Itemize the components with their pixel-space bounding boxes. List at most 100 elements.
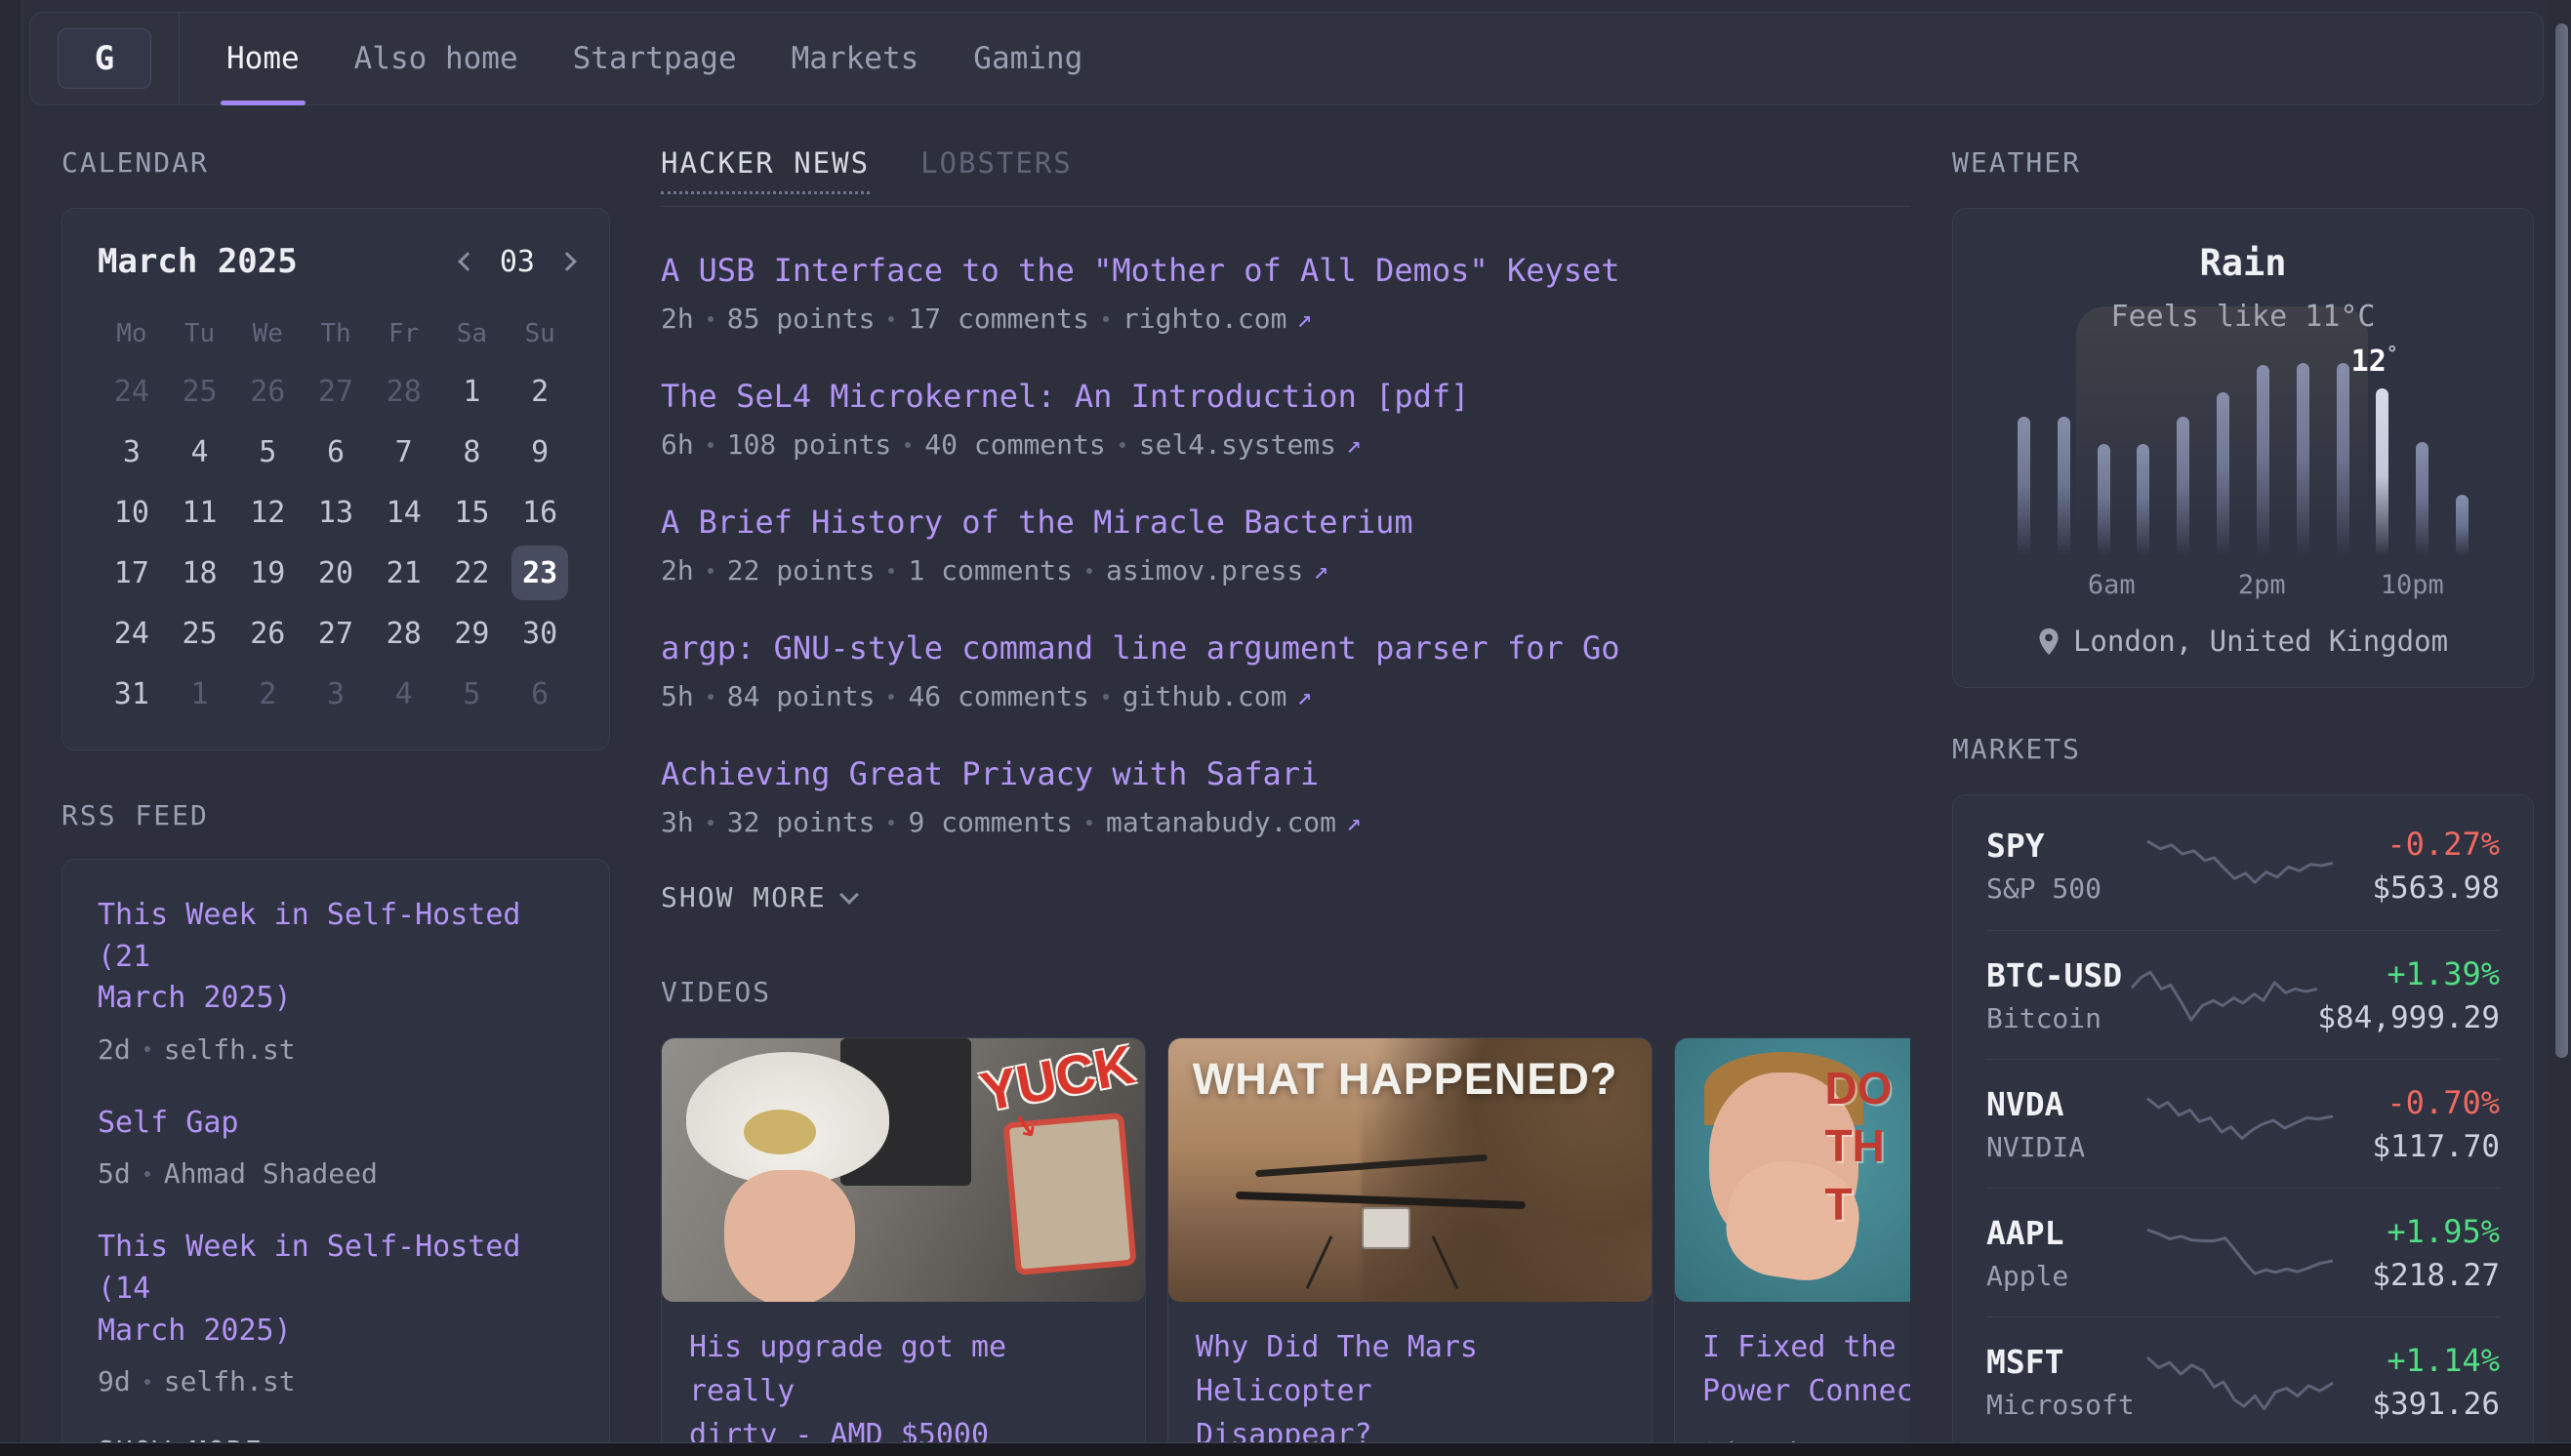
calendar-day[interactable]: 21 [370, 543, 438, 603]
calendar-day[interactable]: 7 [370, 422, 438, 482]
news-tab-lobsters[interactable]: LOBSTERS [920, 146, 1073, 191]
calendar-day[interactable]: 9 [506, 422, 574, 482]
calendar-day[interactable]: 15 [438, 482, 507, 543]
nav-tab-home[interactable]: Home [226, 13, 300, 104]
nav-tab-startpage[interactable]: Startpage [573, 13, 737, 104]
calendar-day[interactable]: 2 [506, 361, 574, 422]
calendar-day[interactable]: 13 [302, 482, 370, 543]
news-item-comments: 17 comments [908, 303, 1088, 335]
calendar-day[interactable]: 6 [302, 422, 370, 482]
market-change: +1.39% [2317, 955, 2500, 992]
news-item-age: 5h [661, 680, 694, 712]
calendar-day[interactable]: 1 [438, 361, 507, 422]
nav-tab-gaming[interactable]: Gaming [973, 13, 1082, 104]
news-item-domain-link[interactable]: github.com [1122, 680, 1287, 712]
calendar-day[interactable]: 12 [233, 482, 302, 543]
calendar-day[interactable]: 8 [438, 422, 507, 482]
news-item-meta: 2h22 points1 commentsasimov.press↗ [661, 554, 1910, 586]
rss-item-title-link[interactable]: Self Gap [98, 1103, 574, 1145]
calendar-day[interactable]: 2 [233, 664, 302, 724]
market-row-spy[interactable]: SPYS&P 500-0.27%$563.98 [1986, 801, 2500, 930]
calendar-day[interactable]: 5 [438, 664, 507, 724]
calendar-day[interactable]: 6 [506, 664, 574, 724]
calendar-day[interactable]: 25 [166, 361, 234, 422]
calendar-day[interactable]: 27 [302, 361, 370, 422]
rss-item-source: selfh.st [164, 1365, 296, 1397]
prev-month-button[interactable] [458, 252, 477, 271]
market-symbol: AAPL [1986, 1214, 2147, 1252]
calendar-day[interactable]: 28 [370, 603, 438, 664]
rss-item-meta: 2dselfh.st [98, 1033, 574, 1066]
market-row-aapl[interactable]: AAPLApple+1.95%$218.27 [1986, 1188, 2500, 1316]
news-item-title-link[interactable]: A USB Interface to the "Mother of All De… [661, 252, 1620, 289]
news-item-title-link[interactable]: argp: GNU-style command line argument pa… [661, 629, 1620, 667]
nav-tab-also-home[interactable]: Also home [354, 13, 518, 104]
show-more-label: SHOW MORE [661, 881, 827, 913]
video-card[interactable]: YUCK ↘ His upgrade got me really dirty -… [661, 1037, 1146, 1456]
dot-separator [888, 568, 894, 574]
today-highlight: 23 [511, 546, 568, 600]
calendar-day[interactable]: 4 [166, 422, 234, 482]
calendar-section-label: CALENDAR [61, 146, 610, 179]
next-month-button[interactable] [557, 252, 577, 271]
calendar-day[interactable]: 26 [233, 603, 302, 664]
news-item-comments: 9 comments [908, 806, 1073, 838]
rss-item-age: 2d [98, 1033, 131, 1066]
rss-item-title-link[interactable]: This Week in Self-Hosted (14 March 2025) [98, 1227, 574, 1352]
news-item-domain-link[interactable]: sel4.systems [1139, 428, 1336, 461]
market-change: -0.70% [2333, 1084, 2500, 1121]
news-item-domain-link[interactable]: righto.com [1122, 303, 1287, 335]
calendar-day[interactable]: 22 [438, 543, 507, 603]
calendar-day[interactable]: 18 [166, 543, 234, 603]
nav-tab-markets[interactable]: Markets [792, 13, 919, 104]
calendar-day[interactable]: 24 [98, 361, 166, 422]
calendar-day[interactable]: 27 [302, 603, 370, 664]
chevron-down-icon [839, 885, 859, 905]
helicopter-art [1362, 1207, 1410, 1249]
calendar-day[interactable]: 19 [233, 543, 302, 603]
calendar-day[interactable]: 5 [233, 422, 302, 482]
market-change: -0.27% [2333, 826, 2500, 863]
dot-separator [144, 1171, 150, 1177]
market-row-msft[interactable]: MSFTMicrosoft+1.14%$391.26 [1986, 1316, 2500, 1445]
topbar-divider [179, 13, 180, 104]
calendar-day[interactable]: 26 [233, 361, 302, 422]
news-item-title-link[interactable]: The SeL4 Microkernel: An Introduction [p… [661, 378, 1469, 415]
calendar-header: March 2025 03 [98, 242, 574, 281]
calendar-day-today[interactable]: 23 [506, 543, 574, 603]
calendar-day[interactable]: 10 [98, 482, 166, 543]
calendar-day[interactable]: 17 [98, 543, 166, 603]
calendar-day[interactable]: 4 [370, 664, 438, 724]
calendar-day[interactable]: 16 [506, 482, 574, 543]
market-row-btc-usd[interactable]: BTC-USDBitcoin+1.39%$84,999.29 [1986, 930, 2500, 1059]
calendar-day[interactable]: 20 [302, 543, 370, 603]
calendar-day[interactable]: 29 [438, 603, 507, 664]
video-card[interactable]: WHAT HAPPENED? Why Did The Mars Helicopt… [1167, 1037, 1653, 1456]
scrollbar-thumb[interactable] [2555, 23, 2568, 1058]
news-tab-hacker-news[interactable]: HACKER NEWS [661, 146, 870, 194]
calendar-day[interactable]: 3 [302, 664, 370, 724]
calendar-day[interactable]: 31 [98, 664, 166, 724]
news-item-title-link[interactable]: A Brief History of the Miracle Bacterium [661, 504, 1413, 541]
rss-card: This Week in Self-Hosted (21 March 2025)… [61, 859, 610, 1456]
calendar-day[interactable]: 30 [506, 603, 574, 664]
news-item-domain-link[interactable]: matanabudy.com [1106, 806, 1336, 838]
calendar-day[interactable]: 24 [98, 603, 166, 664]
weather-time-label: 2pm [2238, 570, 2286, 600]
show-more-button[interactable]: SHOW MORE [661, 881, 1910, 913]
rss-item-title-link[interactable]: This Week in Self-Hosted (21 March 2025) [98, 895, 574, 1020]
degree-symbol: ° [2387, 342, 2398, 365]
calendar-day[interactable]: 28 [370, 361, 438, 422]
calendar-day[interactable]: 11 [166, 482, 234, 543]
news-item-domain-link[interactable]: asimov.press [1106, 554, 1303, 586]
market-values: -0.70%$117.70 [2333, 1084, 2500, 1164]
video-card[interactable]: DO TH T I Fixed the 5 Power Connect 3d L… [1674, 1037, 1910, 1456]
market-row-nvda[interactable]: NVDANVIDIA-0.70%$117.70 [1986, 1059, 2500, 1188]
calendar-day[interactable]: 1 [166, 664, 234, 724]
calendar-day[interactable]: 3 [98, 422, 166, 482]
news-item-title-link[interactable]: Achieving Great Privacy with Safari [661, 755, 1319, 792]
calendar-day[interactable]: 14 [370, 482, 438, 543]
market-sparkline [2147, 1221, 2333, 1285]
weather-bar [2297, 363, 2309, 556]
calendar-day[interactable]: 25 [166, 603, 234, 664]
